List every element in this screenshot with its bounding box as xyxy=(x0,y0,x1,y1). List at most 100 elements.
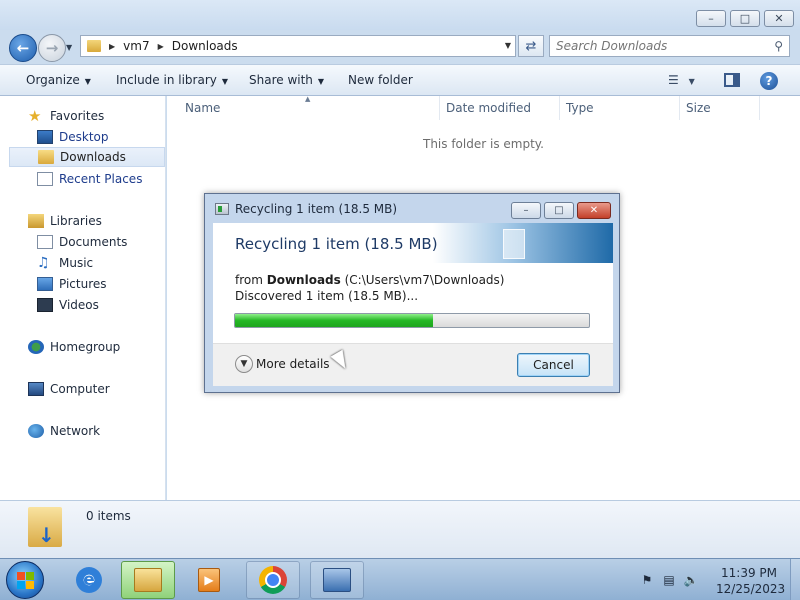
navigation-pane: ★ Favorites Desktop Downloads Recent Plac… xyxy=(0,96,166,500)
help-icon[interactable]: ? xyxy=(760,72,778,90)
nav-computer-label: Computer xyxy=(50,382,110,396)
dialog-body: from Downloads (C:\Users\vm7\Downloads) … xyxy=(213,263,613,343)
nav-downloads[interactable]: Downloads xyxy=(9,147,165,167)
taskbar-windows-media-player[interactable]: ▶ xyxy=(182,561,236,599)
recycle-bin-icon xyxy=(215,203,229,215)
system-clock[interactable]: 11:39 PM 12/25/2023 xyxy=(716,565,786,597)
address-bar[interactable]: ▶ vm7 ▶ Downloads ▼ xyxy=(80,35,516,57)
breadcrumb-downloads[interactable]: Downloads xyxy=(172,39,238,53)
dialog-maximize-button[interactable]: □ xyxy=(544,202,574,219)
nav-documents[interactable]: Documents xyxy=(0,232,166,252)
sort-ascending-icon: ▲ xyxy=(305,95,311,103)
taskbar-google-chrome[interactable] xyxy=(246,561,300,599)
volume-muted-icon[interactable]: 🔈 xyxy=(684,573,699,587)
nav-favorites[interactable]: ★ Favorites xyxy=(0,106,166,126)
chevron-down-icon: ▼ xyxy=(317,77,325,86)
music-icon: ♫ xyxy=(37,255,50,271)
progress-bar xyxy=(234,313,590,328)
chevron-down-icon: ▼ xyxy=(688,77,695,86)
organize-label: Organize xyxy=(26,73,80,87)
network-icon[interactable]: ▤ xyxy=(662,573,676,587)
empty-folder-message: This folder is empty. xyxy=(423,137,544,151)
nav-documents-label: Documents xyxy=(59,235,128,249)
chevron-down-icon: ▼ xyxy=(84,77,91,86)
cancel-button[interactable]: Cancel xyxy=(517,353,590,377)
media-player-icon: ▶ xyxy=(198,568,220,592)
refresh-button[interactable]: ⇄ xyxy=(518,35,544,57)
from-prefix: from xyxy=(235,273,263,287)
more-details-label: More details xyxy=(256,357,330,371)
breadcrumb-arrow-icon[interactable]: ▶ xyxy=(158,42,164,51)
computer-icon xyxy=(28,382,44,396)
new-folder-button[interactable]: New folder xyxy=(348,73,413,87)
chrome-icon xyxy=(259,566,287,594)
show-desktop-button[interactable] xyxy=(790,559,800,600)
nav-recent-places[interactable]: Recent Places xyxy=(0,169,166,189)
chevron-down-icon: ▼ xyxy=(221,77,229,86)
dialog-title-text: Recycling 1 item (18.5 MB) xyxy=(235,202,398,216)
more-details-toggle[interactable]: ▼ More details xyxy=(235,355,330,373)
start-button[interactable] xyxy=(6,561,44,599)
source-line: from Downloads (C:\Users\vm7\Downloads) xyxy=(235,273,504,287)
preview-pane-icon[interactable] xyxy=(724,73,740,87)
nav-music[interactable]: ♫ Music xyxy=(0,253,166,273)
back-button[interactable]: ← xyxy=(9,34,37,62)
column-header-type[interactable]: Type xyxy=(560,96,680,120)
share-with-menu[interactable]: Share with ▼ xyxy=(249,73,324,87)
progress-fill xyxy=(235,314,434,327)
nav-recent-places-label: Recent Places xyxy=(59,172,143,186)
videos-icon xyxy=(37,298,53,312)
item-count: 0 items xyxy=(86,509,131,523)
search-input[interactable] xyxy=(556,39,756,53)
nav-network[interactable]: Network xyxy=(0,421,166,441)
nav-videos[interactable]: Videos xyxy=(0,295,166,315)
header-decoration xyxy=(503,229,525,259)
taskbar-control-panel[interactable] xyxy=(310,561,364,599)
source-path: (C:\Users\vm7\Downloads) xyxy=(344,273,505,287)
homegroup-icon xyxy=(28,340,44,354)
column-header-size[interactable]: Size xyxy=(680,96,760,120)
internet-explorer-icon: e xyxy=(76,567,102,593)
breadcrumb-arrow-icon[interactable]: ▶ xyxy=(109,42,115,51)
nav-homegroup[interactable]: Homegroup xyxy=(0,337,166,357)
dialog-close-button[interactable]: ✕ xyxy=(577,202,611,219)
nav-computer[interactable]: Computer xyxy=(0,379,166,399)
taskbar-internet-explorer[interactable]: e xyxy=(62,561,116,599)
refresh-icon: ⇄ xyxy=(525,38,537,54)
recent-places-icon xyxy=(37,172,53,186)
recent-pages-dropdown-icon[interactable]: ▼ xyxy=(66,43,72,52)
nav-libraries[interactable]: Libraries xyxy=(0,211,166,231)
change-view-button[interactable]: ☰ ▼ xyxy=(668,73,695,87)
notification-area: ⚑ ▤ 🔈 xyxy=(640,573,699,587)
nav-music-label: Music xyxy=(59,256,94,270)
taskbar-windows-explorer[interactable] xyxy=(121,561,175,599)
column-header-date-modified[interactable]: Date modified xyxy=(440,96,560,120)
nav-desktop[interactable]: Desktop xyxy=(0,127,166,147)
address-row: ← → ▼ ▶ vm7 ▶ Downloads ▼ ⇄ ⚲ xyxy=(0,30,800,64)
close-button[interactable]: ✕ xyxy=(764,10,794,27)
discovered-status: Discovered 1 item (18.5 MB)... xyxy=(235,289,419,303)
search-icon: ⚲ xyxy=(774,39,783,53)
windows-explorer-icon xyxy=(134,568,162,592)
share-with-label: Share with xyxy=(249,73,313,87)
organize-menu[interactable]: Organize ▼ xyxy=(26,73,91,87)
dialog-title: Recycling 1 item (18.5 MB) xyxy=(215,202,397,216)
address-dropdown-icon[interactable]: ▼ xyxy=(505,41,511,50)
taskbar: e ▶ ⚑ ▤ 🔈 11:39 PM 12/25/2023 xyxy=(0,558,800,600)
clock-date: 12/25/2023 xyxy=(716,582,786,596)
forward-button[interactable]: → xyxy=(38,34,66,62)
nav-pictures[interactable]: Pictures xyxy=(0,274,166,294)
star-icon: ★ xyxy=(28,107,42,125)
clock-time: 11:39 PM xyxy=(721,566,777,580)
downloads-folder-icon xyxy=(38,150,54,164)
minimize-button[interactable]: – xyxy=(696,10,726,27)
source-folder-link[interactable]: Downloads xyxy=(267,273,341,287)
breadcrumb-vm7[interactable]: vm7 xyxy=(123,39,149,53)
include-in-library-menu[interactable]: Include in library ▼ xyxy=(116,73,228,87)
desktop-icon xyxy=(37,130,53,144)
maximize-button[interactable]: □ xyxy=(730,10,760,27)
dialog-minimize-button[interactable]: – xyxy=(511,202,541,219)
search-box[interactable]: ⚲ xyxy=(549,35,790,57)
action-center-flag-icon[interactable]: ⚑ xyxy=(640,573,654,587)
recycling-dialog: Recycling 1 item (18.5 MB) – □ ✕ Recycli… xyxy=(204,193,620,393)
